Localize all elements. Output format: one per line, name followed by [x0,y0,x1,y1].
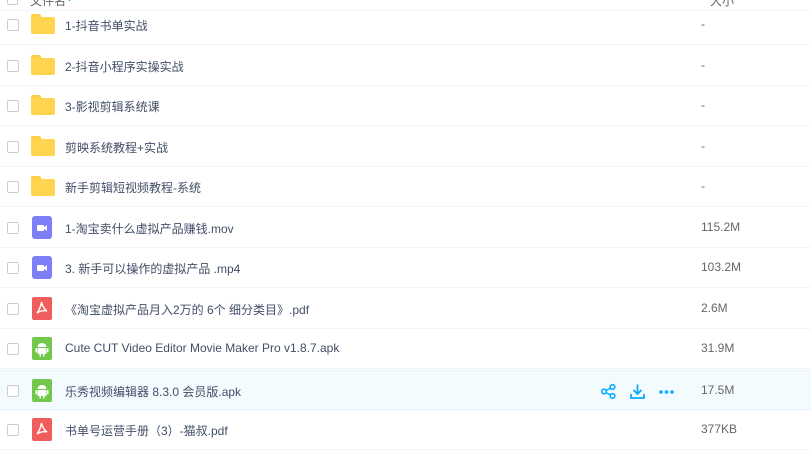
file-row[interactable]: 《淘宝虚拟产品月入2万的 6个 细分类目》.pdf 2.6M [0,289,811,329]
file-size: - [701,58,705,72]
video-file-icon [32,256,52,279]
row-checkbox[interactable] [7,424,19,436]
row-checkbox[interactable] [7,60,19,72]
row-checkbox[interactable] [7,303,19,315]
file-name[interactable]: 2-抖音小程序实操实战 [65,58,184,75]
row-checkbox[interactable] [7,343,19,355]
row-checkbox[interactable] [7,19,19,31]
folder-icon [31,14,55,36]
file-row[interactable]: 书单号运营手册（3）-猫叔.pdf 377KB [0,410,811,450]
row-checkbox[interactable] [7,141,19,153]
pdf-file-icon [32,297,52,320]
file-name[interactable]: 1-抖音书单实战 [65,17,148,34]
file-name[interactable]: 3. 新手可以操作的虚拟产品 .mp4 [65,260,240,277]
android-apk-icon [32,379,52,402]
folder-icon [31,176,55,198]
file-name[interactable]: 新手剪辑短视频教程-系统 [65,179,201,196]
row-checkbox[interactable] [7,100,19,112]
more-icon[interactable] [658,383,675,400]
file-name[interactable]: 3-影视剪辑系统课 [65,98,160,115]
row-checkbox[interactable] [7,385,19,397]
folder-icon [31,95,55,117]
file-name[interactable]: 1-淘宝卖什么虚拟产品赚钱.mov [65,220,234,237]
file-row[interactable]: Cute CUT Video Editor Movie Maker Pro v1… [0,329,811,369]
file-size: 377KB [701,422,738,436]
android-apk-icon [32,337,52,360]
file-name[interactable]: Cute CUT Video Editor Movie Maker Pro v1… [65,341,339,355]
file-size: 31.9M [701,341,735,355]
folder-icon [31,136,55,158]
file-name[interactable]: 书单号运营手册（3）-猫叔.pdf [65,422,228,439]
row-checkbox[interactable] [7,181,19,193]
file-row[interactable]: 3. 新手可以操作的虚拟产品 .mp4 103.2M [0,248,811,288]
file-row[interactable]: 2-抖音小程序实操实战 - [0,46,811,86]
file-size: 115.2M [701,220,741,234]
file-size: - [701,17,705,31]
file-row[interactable]: 1-抖音书单实战 - [0,5,811,45]
file-row[interactable]: 新手剪辑短视频教程-系统 - [0,167,811,207]
file-size: 2.6M [701,301,728,315]
video-file-icon [32,216,52,239]
share-icon[interactable] [600,383,617,400]
row-checkbox[interactable] [7,262,19,274]
file-name[interactable]: 剪映系统教程+实战 [65,139,168,156]
folder-icon [31,55,55,77]
file-size: - [701,139,705,153]
file-size: 103.2M [701,260,742,274]
file-size: 17.5M [701,383,735,397]
download-icon[interactable] [629,383,646,400]
row-checkbox[interactable] [7,222,19,234]
pdf-file-icon [32,418,52,441]
file-size: - [701,98,705,112]
file-row[interactable]: 1-淘宝卖什么虚拟产品赚钱.mov 115.2M [0,208,811,248]
file-row[interactable]: 3-影视剪辑系统课 - [0,86,811,126]
file-row[interactable]: 乐秀视频编辑器 8.3.0 会员版.apk 17.5M [0,370,811,410]
file-name[interactable]: 《淘宝虚拟产品月入2万的 6个 细分类目》.pdf [65,301,309,318]
file-name[interactable]: 乐秀视频编辑器 8.3.0 会员版.apk [65,383,241,400]
file-size: - [701,179,705,193]
file-row[interactable]: 剪映系统教程+实战 - [0,127,811,167]
